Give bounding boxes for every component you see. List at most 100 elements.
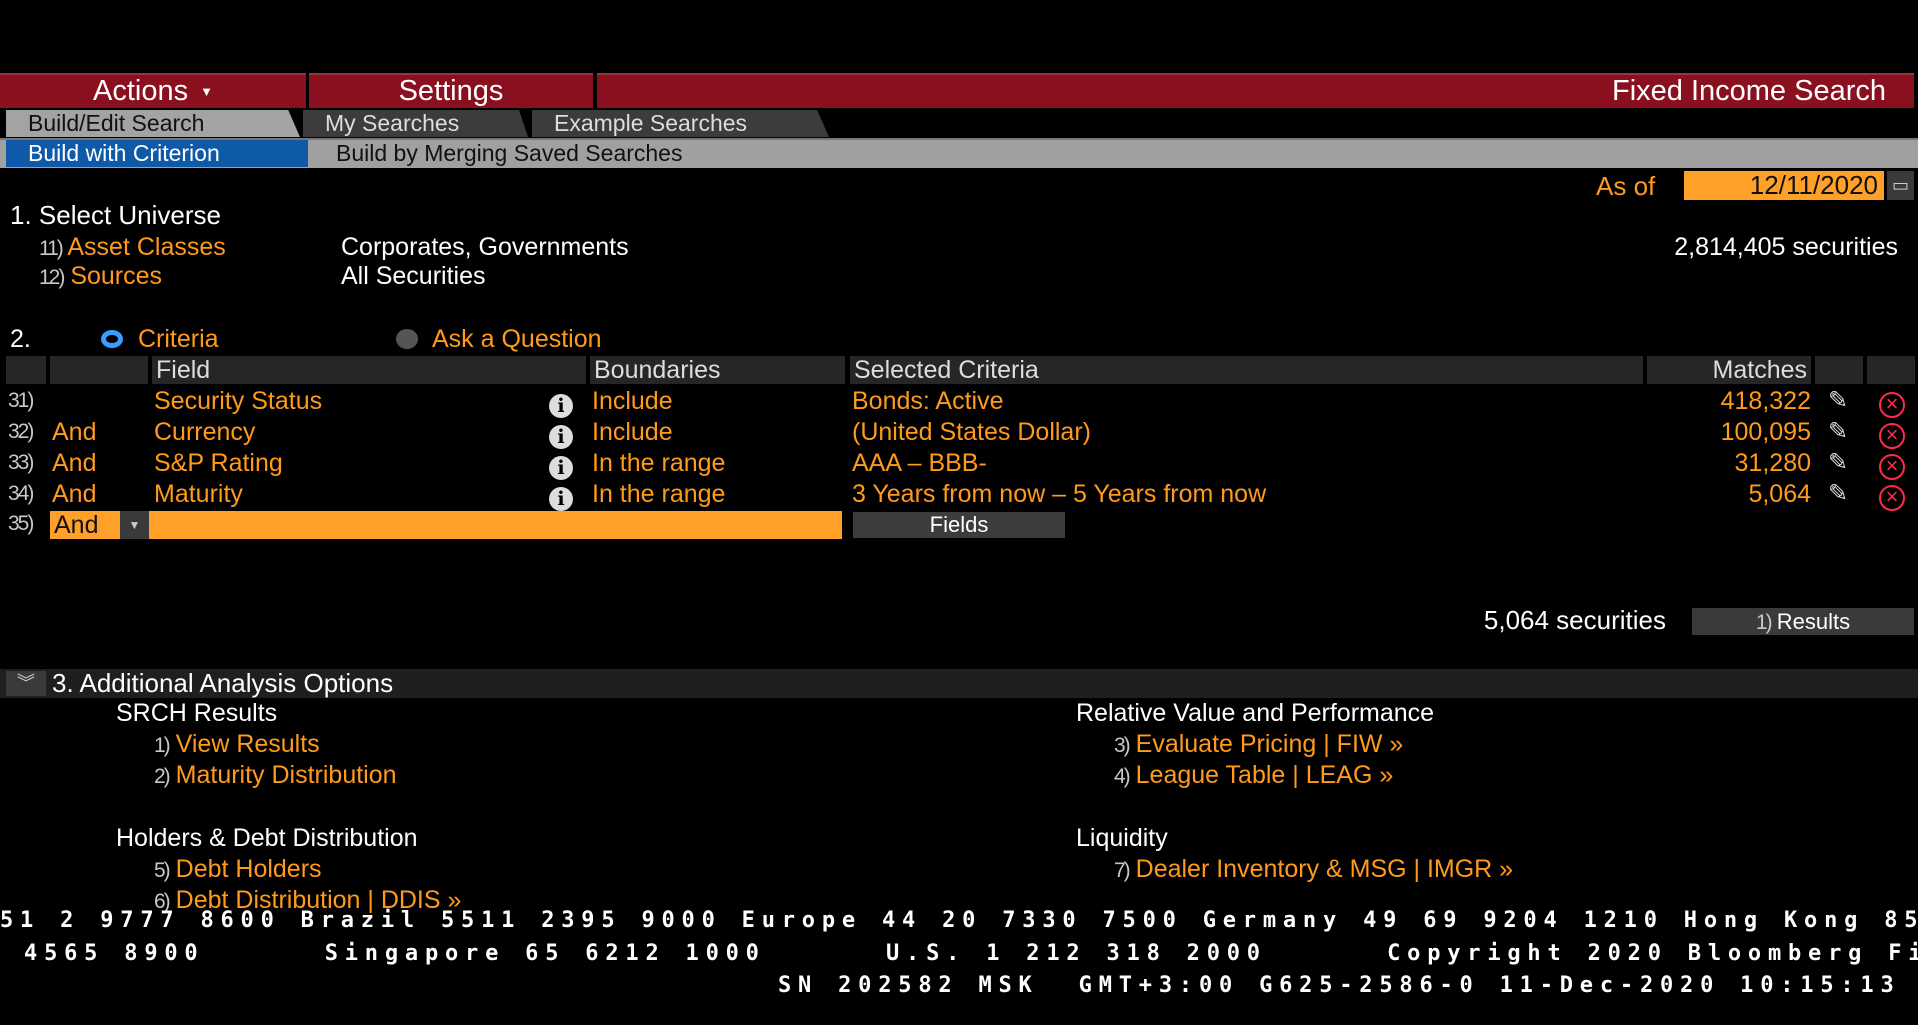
delete-criterion-icon[interactable]: × <box>1879 419 1905 449</box>
header-matches: Matches <box>1647 356 1811 384</box>
row-selected-criteria[interactable]: (United States Dollar) <box>852 417 1091 447</box>
info-icon[interactable]: i <box>549 420 573 450</box>
row-matches: 5,064 <box>1748 480 1811 508</box>
ask-question-radio[interactable] <box>396 329 418 349</box>
header-op-col <box>50 356 148 384</box>
link-label[interactable]: Evaluate Pricing | FIW » <box>1136 730 1404 758</box>
row-matches: 418,322 <box>1720 387 1811 415</box>
edit-pencil-icon[interactable]: ✎ <box>1828 386 1848 416</box>
link-label[interactable]: Dealer Inventory & MSG | IMGR » <box>1136 855 1513 883</box>
row-field[interactable]: Security Status <box>154 386 322 416</box>
info-icon[interactable]: i <box>549 451 573 481</box>
asset-classes-link[interactable]: Asset Classes <box>67 233 225 261</box>
row-number: 12) <box>39 266 65 289</box>
sources-link[interactable]: Sources <box>70 262 162 290</box>
universe-row-sources[interactable]: 12) Sources <box>39 262 162 291</box>
new-row-number: 35) <box>8 512 34 535</box>
link-number: 1) <box>154 734 171 757</box>
row-matches: 100,095 <box>1720 418 1811 446</box>
results-button-number: 1) <box>1755 611 1773 634</box>
criteria-radio-selected[interactable] <box>101 330 123 348</box>
analysis-heading: 3. Additional Analysis Options <box>52 668 394 698</box>
as-of-date-input[interactable]: 12/11/2020 <box>1684 171 1884 200</box>
delete-criterion-icon[interactable]: × <box>1879 450 1905 480</box>
tab-example-searches[interactable]: Example Searches <box>532 110 829 137</box>
info-icon[interactable]: i <box>549 482 573 512</box>
row-field[interactable]: S&P Rating <box>154 448 283 478</box>
row-boundary[interactable]: In the range <box>592 479 725 509</box>
app-title: Fixed Income Search <box>597 73 1914 108</box>
collapse-chevron-icon[interactable]: ︾ <box>6 671 46 696</box>
row-selected-criteria[interactable]: 3 Years from now – 5 Years from now <box>852 479 1266 509</box>
analysis-link[interactable]: 4) League Table | LEAG » <box>1114 761 1393 790</box>
row-boundary[interactable]: In the range <box>592 448 725 478</box>
select-universe-heading: 1. Select Universe <box>10 200 221 230</box>
result-count: 5,064 securities <box>1483 605 1666 635</box>
row-field[interactable]: Currency <box>154 417 255 447</box>
link-number: 4) <box>1114 765 1131 788</box>
results-button[interactable]: 1) Results <box>1692 608 1914 635</box>
row-boundary[interactable]: Include <box>592 417 673 447</box>
header-field: Field <box>152 356 586 384</box>
analysis-link[interactable]: 1) View Results <box>154 730 320 759</box>
subtab-build-with-criterion[interactable]: Build with Criterion <box>6 140 308 167</box>
link-number: 5) <box>154 859 171 882</box>
row-number: 11) <box>39 237 64 260</box>
actions-menu[interactable]: Actions ▼ <box>0 73 306 108</box>
sources-value: All Securities <box>341 262 486 290</box>
link-number: 3) <box>1114 734 1131 757</box>
tab-my-searches[interactable]: My Searches <box>303 110 528 137</box>
link-label[interactable]: Debt Holders <box>176 855 322 883</box>
new-criterion-field-input[interactable] <box>50 511 842 539</box>
link-number: 7) <box>1114 859 1131 882</box>
analysis-link[interactable]: 7) Dealer Inventory & MSG | IMGR » <box>1114 855 1513 884</box>
analysis-group-title: Relative Value and Performance <box>1076 699 1435 727</box>
header-selected-criteria: Selected Criteria <box>850 356 1643 384</box>
row-operator: And <box>52 449 97 477</box>
asset-classes-value: Corporates, Governments <box>341 233 629 261</box>
ticker-line-1: 51 2 9777 8600 Brazil 5511 2395 9000 Eur… <box>0 908 1918 933</box>
header-delete-col <box>1867 356 1915 384</box>
row-number: 31) <box>8 389 34 412</box>
header-boundaries: Boundaries <box>590 356 845 384</box>
dropdown-arrow-icon: ▼ <box>200 84 213 99</box>
edit-pencil-icon[interactable]: ✎ <box>1828 448 1848 478</box>
link-number: 2) <box>154 765 171 788</box>
operator-dropdown-icon[interactable]: ▼ <box>120 511 149 539</box>
row-operator: And <box>52 480 97 508</box>
row-selected-criteria[interactable]: Bonds: Active <box>852 386 1003 416</box>
analysis-link[interactable]: 3) Evaluate Pricing | FIW » <box>1114 730 1403 759</box>
ask-question-label[interactable]: Ask a Question <box>432 325 602 354</box>
analysis-link[interactable]: 5) Debt Holders <box>154 855 322 884</box>
row-number: 32) <box>8 420 34 443</box>
as-of-label: As of <box>1596 171 1656 201</box>
status-line: SN 202582 MSK GMT+3:00 G625-2586-0 11-De… <box>778 973 1901 998</box>
row-boundary[interactable]: Include <box>592 386 673 416</box>
link-label[interactable]: View Results <box>176 730 320 758</box>
link-label[interactable]: League Table | LEAG » <box>1136 761 1394 789</box>
subtab-build-by-merging[interactable]: Build by Merging Saved Searches <box>336 140 682 167</box>
settings-menu[interactable]: Settings <box>309 73 593 108</box>
edit-pencil-icon[interactable]: ✎ <box>1828 417 1848 447</box>
calendar-icon[interactable]: ▭ <box>1887 171 1914 200</box>
row-number: 34) <box>8 482 34 505</box>
analysis-group-title: SRCH Results <box>116 699 278 727</box>
analysis-group-title: Holders & Debt Distribution <box>116 824 418 852</box>
analysis-link[interactable]: 2) Maturity Distribution <box>154 761 397 790</box>
tab-build-edit-search[interactable]: Build/Edit Search <box>6 110 300 137</box>
section-2-number: 2. <box>10 325 31 353</box>
edit-pencil-icon[interactable]: ✎ <box>1828 479 1848 509</box>
universe-row-asset-classes[interactable]: 11) Asset Classes <box>39 233 226 262</box>
row-selected-criteria[interactable]: AAA – BBB- <box>852 448 987 478</box>
settings-label: Settings <box>398 75 504 107</box>
row-number: 33) <box>8 451 34 474</box>
row-operator: And <box>52 418 97 446</box>
new-row-operator-select[interactable]: And <box>50 511 120 539</box>
fields-button[interactable]: Fields <box>853 512 1065 538</box>
criteria-option-label[interactable]: Criteria <box>138 325 219 354</box>
delete-criterion-icon[interactable]: × <box>1879 481 1905 511</box>
info-icon[interactable]: i <box>549 389 573 419</box>
delete-criterion-icon[interactable]: × <box>1879 388 1905 418</box>
link-label[interactable]: Maturity Distribution <box>176 761 397 789</box>
row-field[interactable]: Maturity <box>154 479 243 509</box>
